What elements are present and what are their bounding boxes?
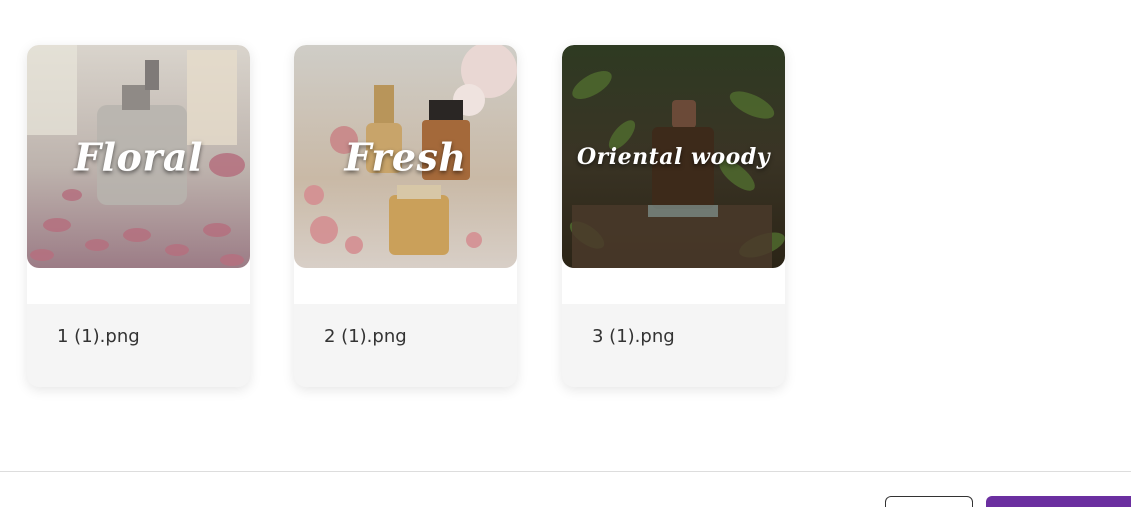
thumbnail-area: Oriental woody: [562, 45, 785, 304]
thumbnail-area: Floral: [27, 45, 250, 304]
thumbnail-area: Fresh: [294, 45, 517, 304]
confirm-button[interactable]: [986, 496, 1131, 507]
file-picker-panel: Floral 1 (1).png Fresh 2 (1).png Orienta…: [0, 0, 1131, 507]
thumbnail-caption: Floral: [74, 134, 203, 179]
file-name: 3 (1).png: [592, 326, 675, 347]
image-thumbnail[interactable]: Floral: [27, 45, 250, 268]
file-card[interactable]: Fresh 2 (1).png: [294, 45, 517, 387]
thumbnail-caption: Fresh: [344, 134, 467, 179]
footer-divider: [0, 471, 1131, 472]
cancel-button[interactable]: [885, 496, 973, 507]
file-name: 2 (1).png: [324, 326, 407, 347]
image-thumbnail[interactable]: Oriental woody: [562, 45, 785, 268]
file-card[interactable]: Oriental woody 3 (1).png: [562, 45, 785, 387]
file-card[interactable]: Floral 1 (1).png: [27, 45, 250, 387]
file-name: 1 (1).png: [57, 326, 140, 347]
image-thumbnail[interactable]: Fresh: [294, 45, 517, 268]
thumbnail-caption: Oriental woody: [577, 143, 770, 170]
